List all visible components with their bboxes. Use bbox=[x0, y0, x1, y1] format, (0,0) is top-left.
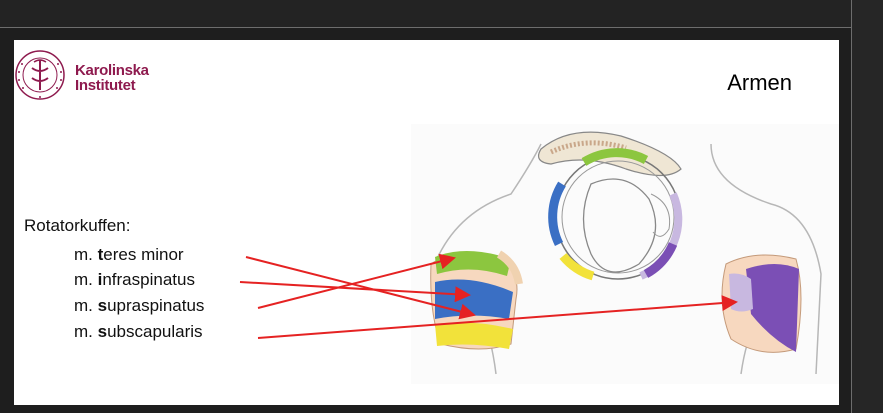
muscle-teres-minor: m. teres minor bbox=[74, 245, 184, 265]
muscle-initial: s bbox=[97, 296, 108, 315]
logo-line-2: Institutet bbox=[75, 77, 136, 94]
posterior-shoulder bbox=[430, 250, 523, 350]
muscle-rest: ubscapularis bbox=[107, 322, 203, 341]
muscle-rest: nfraspinatus bbox=[102, 270, 195, 289]
right-scrollbar[interactable] bbox=[851, 0, 883, 413]
logo-wordmark: Karolinska Institutet bbox=[75, 63, 149, 93]
muscle-initial: s bbox=[97, 322, 108, 341]
rotator-cuff-heading-block: Rotatorkuffen: bbox=[24, 216, 130, 242]
muscle-supraspinatus: m. supraspinatus bbox=[74, 296, 204, 316]
slide: Karolinska Institutet Armen Rotatorkuffe… bbox=[14, 40, 839, 405]
muscle-prefix: m. bbox=[74, 296, 98, 315]
glenoid-diagram bbox=[538, 131, 683, 281]
muscle-infraspinatus: m. infraspinatus bbox=[74, 270, 195, 290]
viewer-frame: Karolinska Institutet Armen Rotatorkuffe… bbox=[0, 0, 883, 413]
rotator-cuff-heading: Rotatorkuffen: bbox=[24, 216, 131, 235]
muscle-rest: eres minor bbox=[103, 245, 184, 264]
top-toolbar bbox=[0, 0, 851, 28]
seal-icon bbox=[15, 50, 65, 100]
muscle-prefix: m. bbox=[74, 322, 98, 341]
muscle-prefix: m. bbox=[74, 245, 98, 264]
karolinska-logo: Karolinska Institutet bbox=[14, 48, 164, 102]
muscle-rest: upraspinatus bbox=[107, 296, 205, 315]
slide-title: Armen bbox=[727, 70, 792, 95]
rotator-cuff-illustration bbox=[411, 124, 839, 384]
muscle-prefix: m. bbox=[74, 270, 98, 289]
anterior-shoulder bbox=[721, 254, 802, 353]
muscle-subscapularis: m. subscapularis bbox=[74, 322, 203, 342]
logo-line-1: Karolinska bbox=[75, 62, 149, 79]
